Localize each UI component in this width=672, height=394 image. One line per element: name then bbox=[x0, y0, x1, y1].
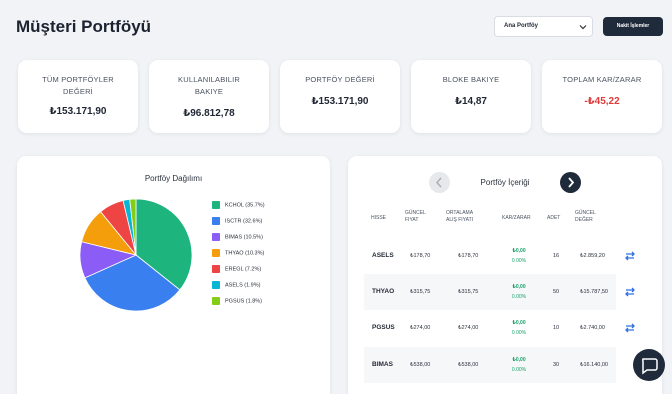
column-header: ADET bbox=[547, 215, 561, 221]
column-header: GÜNCEL FIYAT bbox=[405, 210, 426, 223]
stat-label: PORTFÖY DEĞERİ bbox=[305, 75, 375, 84]
swap-icon[interactable] bbox=[624, 286, 636, 298]
legend-label: ISCTR (32.6%) bbox=[225, 218, 263, 225]
stat-card-available-balance: KULLANILABILIR BAKIYE ₺96.812,78 bbox=[149, 60, 269, 133]
quantity: 50 bbox=[553, 289, 560, 295]
profit-loss: ₺0,00 bbox=[512, 320, 526, 326]
stat-value: ₺153.171,90 bbox=[49, 106, 107, 117]
legend-swatch bbox=[212, 297, 220, 305]
current-price: ₺178,70 bbox=[410, 253, 431, 259]
portfolio-select[interactable]: Ana Portföy bbox=[494, 16, 593, 37]
legend-label: KCHOL (35.7%) bbox=[225, 202, 265, 209]
stat-label: TOPLAM KAR/ZARAR bbox=[562, 75, 642, 84]
legend-item[interactable]: EREGL (7.2%) bbox=[212, 265, 261, 274]
legend-swatch bbox=[212, 249, 220, 257]
page-title: Müşteri Portföyü bbox=[16, 17, 152, 36]
cash-transactions-button[interactable]: Nakit İşlemler bbox=[603, 17, 663, 36]
stat-value: -₺45,22 bbox=[584, 96, 620, 107]
symbol: BIMAS bbox=[372, 361, 393, 368]
distribution-pie-chart bbox=[79, 198, 193, 312]
current-value: ₺2.740,00 bbox=[580, 325, 605, 331]
symbol: THYAO bbox=[372, 288, 395, 295]
avg-buy-price: ₺178,70 bbox=[458, 253, 479, 259]
legend-item[interactable]: ASELS (1.9%) bbox=[212, 281, 260, 290]
profit-loss-pct: 0.00% bbox=[511, 330, 527, 336]
quantity: 30 bbox=[553, 362, 560, 368]
current-price: ₺315,75 bbox=[410, 289, 431, 295]
profit-loss: ₺0,00 bbox=[512, 357, 526, 363]
legend-label: PGSUS (1.8%) bbox=[225, 298, 262, 305]
legend-item[interactable]: ISCTR (32.6%) bbox=[212, 217, 262, 226]
legend-item[interactable]: KCHOL (35.7%) bbox=[212, 201, 265, 210]
legend-swatch bbox=[212, 233, 220, 241]
swap-icon[interactable] bbox=[624, 322, 636, 334]
column-header: ORTALAMA ALIŞ FIYATI bbox=[446, 210, 474, 223]
quantity: 16 bbox=[553, 253, 560, 259]
distribution-title: Portföy Dağılımı bbox=[144, 174, 203, 183]
current-value: ₺2.859,20 bbox=[580, 253, 605, 259]
profit-loss: ₺0,00 bbox=[512, 248, 526, 254]
chevron-right-icon bbox=[568, 177, 575, 188]
profit-loss-pct: 0.00% bbox=[511, 367, 527, 373]
quantity: 10 bbox=[553, 325, 560, 331]
legend-label: ASELS (1.9%) bbox=[225, 282, 261, 289]
column-header: GÜNCEL DEĞER bbox=[575, 210, 596, 223]
stat-value: ₺96.812,78 bbox=[183, 108, 235, 119]
chevron-left-icon bbox=[435, 177, 442, 188]
table-row[interactable]: BIMAS ₺538,00 ₺538,00 ₺0,00 0.00% 30 ₺16… bbox=[364, 347, 616, 383]
legend-swatch bbox=[212, 281, 220, 289]
stat-card-total-value: TÜM PORTFÖYLER DEĞERİ ₺153.171,90 bbox=[18, 60, 138, 133]
chevron-down-icon bbox=[579, 25, 587, 30]
stat-card-blocked-balance: BLOKE BAKIYE ₺14,87 bbox=[411, 60, 531, 133]
current-price: ₺274,00 bbox=[410, 325, 431, 331]
legend-label: BIMAS (10.5%) bbox=[225, 234, 263, 241]
table-row[interactable]: ASELS ₺178,70 ₺178,70 ₺0,00 0.00% 16 ₺2.… bbox=[364, 238, 616, 274]
stat-card-total-pl: TOPLAM KAR/ZARAR -₺45,22 bbox=[542, 60, 662, 133]
current-price: ₺538,00 bbox=[410, 362, 431, 368]
current-value: ₺16.140,00 bbox=[580, 362, 608, 368]
table-row[interactable]: PGSUS ₺274,00 ₺274,00 ₺0,00 0.00% 10 ₺2.… bbox=[364, 310, 616, 346]
chat-button[interactable] bbox=[633, 349, 665, 381]
legend-item[interactable]: THYAO (10.3%) bbox=[212, 249, 264, 258]
stat-value: ₺14,87 bbox=[455, 96, 487, 107]
legend-swatch bbox=[212, 217, 220, 225]
legend-label: THYAO (10.3%) bbox=[225, 250, 265, 257]
symbol: PGSUS bbox=[372, 324, 395, 331]
legend-item[interactable]: PGSUS (1.8%) bbox=[212, 297, 262, 306]
next-page-button[interactable] bbox=[560, 172, 581, 193]
profit-loss-pct: 0.00% bbox=[511, 294, 527, 300]
avg-buy-price: ₺538,00 bbox=[458, 362, 479, 368]
legend-item[interactable]: BIMAS (10.5%) bbox=[212, 233, 263, 242]
holdings-title: Portföy İçeriği bbox=[480, 178, 530, 187]
avg-buy-price: ₺315,75 bbox=[458, 289, 479, 295]
stat-label: TÜM PORTFÖYLER DEĞERİ bbox=[42, 75, 114, 96]
column-header: KAR/ZARAR bbox=[502, 215, 531, 221]
legend-swatch bbox=[212, 265, 220, 273]
stat-card-portfolio-value: PORTFÖY DEĞERİ ₺153.171,90 bbox=[280, 60, 400, 133]
profit-loss: ₺0,00 bbox=[512, 284, 526, 290]
avg-buy-price: ₺274,00 bbox=[458, 325, 479, 331]
stat-value: ₺153.171,90 bbox=[311, 96, 369, 107]
chat-icon bbox=[641, 358, 658, 375]
symbol: ASELS bbox=[372, 252, 394, 259]
column-header: HISSE bbox=[371, 215, 387, 221]
legend-label: EREGL (7.2%) bbox=[225, 266, 262, 273]
legend-swatch bbox=[212, 201, 220, 209]
profit-loss-pct: 0.00% bbox=[511, 258, 527, 264]
current-value: ₺15.787,50 bbox=[580, 289, 608, 295]
stat-label: KULLANILABILIR BAKIYE bbox=[178, 75, 240, 96]
stat-label: BLOKE BAKIYE bbox=[442, 75, 500, 84]
portfolio-select-value: Ana Portföy bbox=[504, 23, 539, 29]
swap-icon[interactable] bbox=[624, 250, 636, 262]
table-row[interactable]: THYAO ₺315,75 ₺315,75 ₺0,00 0.00% 50 ₺15… bbox=[364, 274, 616, 310]
prev-page-button[interactable] bbox=[429, 172, 450, 193]
